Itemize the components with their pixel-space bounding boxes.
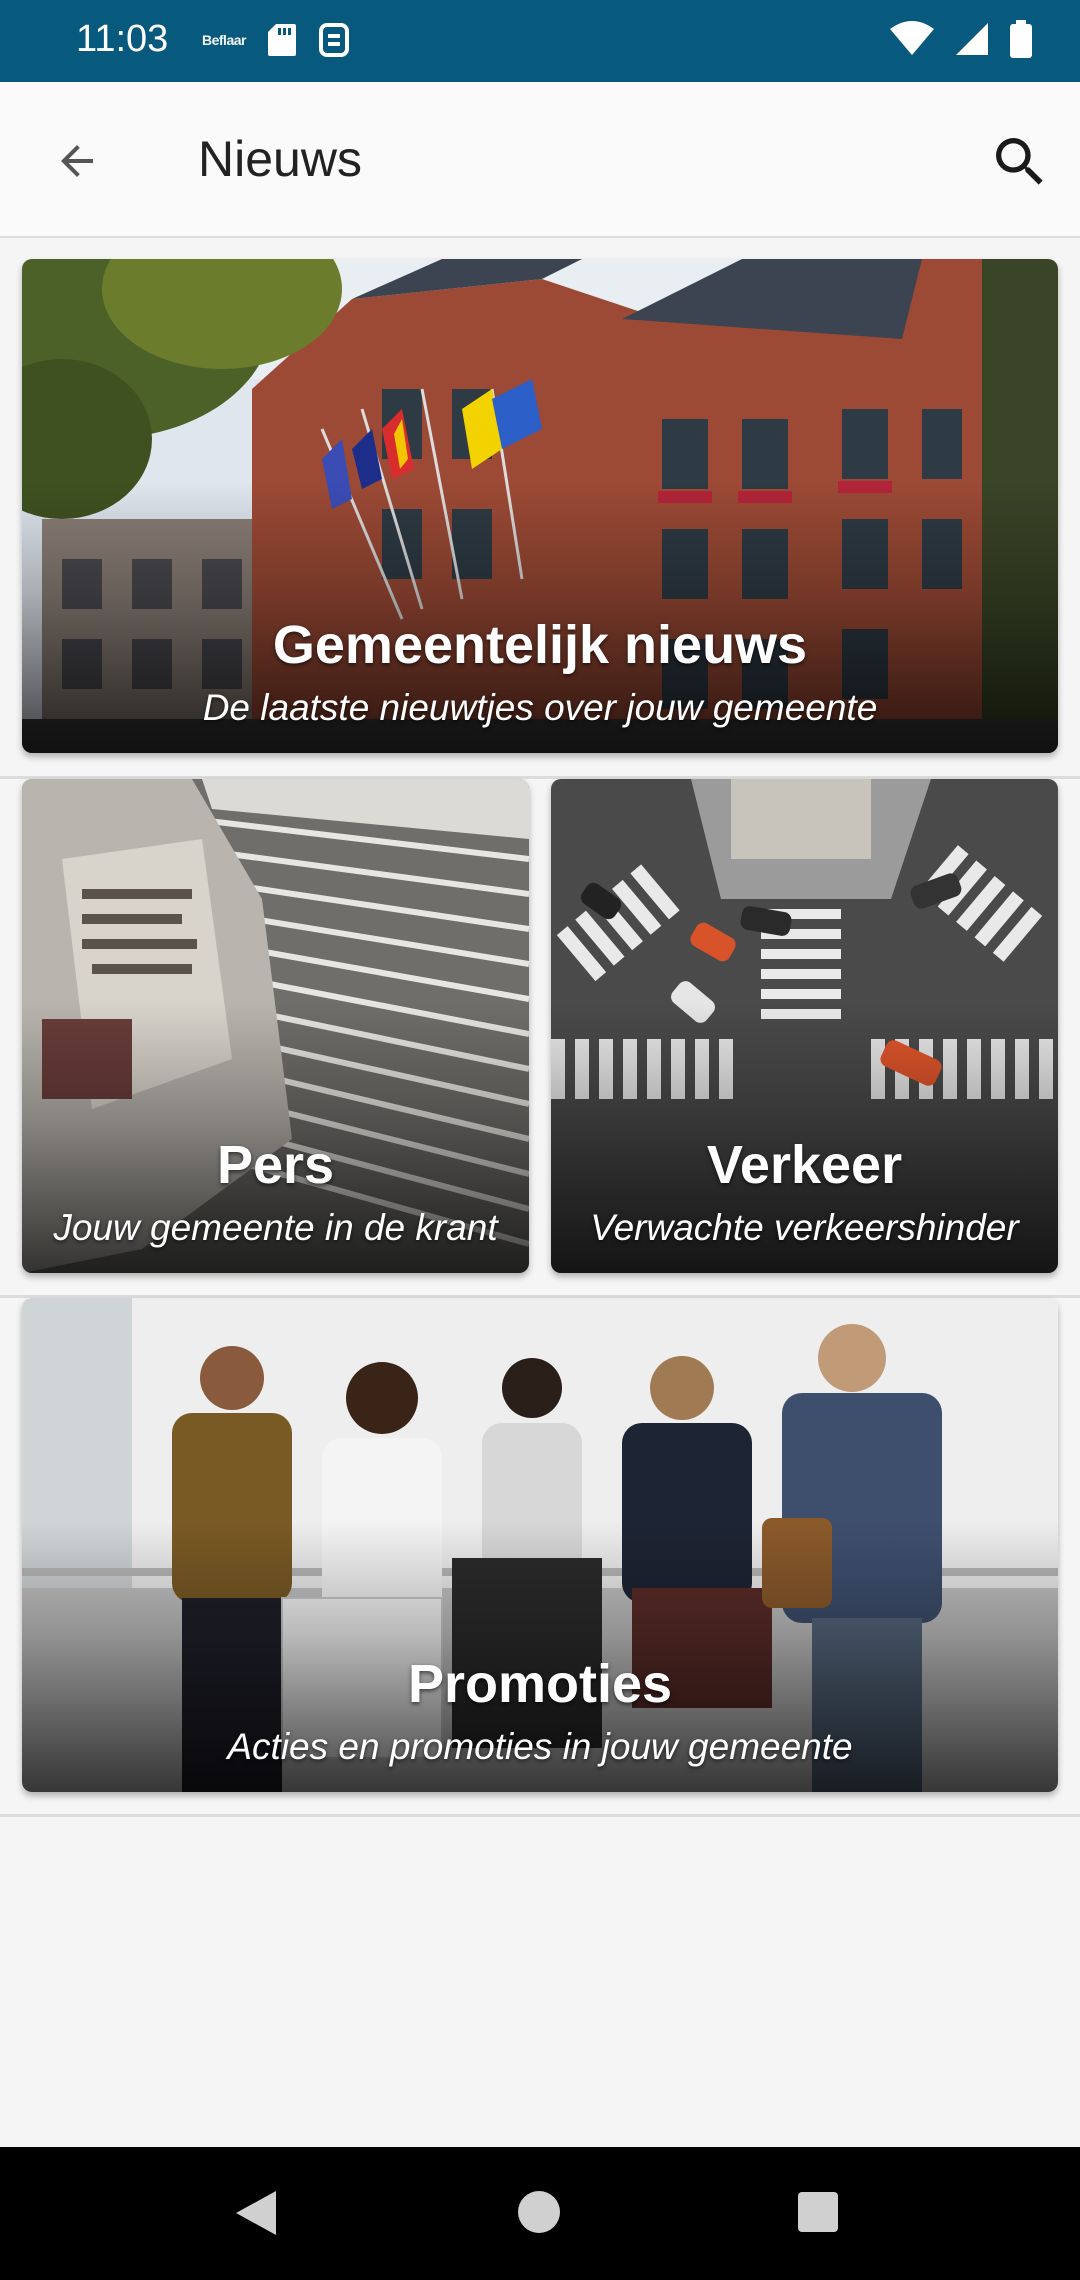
arrow-back-icon [61, 145, 93, 177]
card-subtitle: Jouw gemeente in de krant [53, 1207, 498, 1248]
card-gradient-overlay [22, 1298, 1058, 1792]
nav-home-icon[interactable] [518, 2191, 560, 2233]
search-icon [996, 138, 1043, 185]
card-subtitle: De laatste nieuwtjes over jouw gemeente [202, 687, 878, 728]
card-title: Verkeer [706, 1135, 903, 1195]
wifi-icon [890, 21, 934, 55]
card-pers[interactable]: Pers Jouw gemeente in de krant [22, 779, 529, 1273]
card-title: Promoties [407, 1654, 673, 1714]
card-promoties[interactable]: Promoties Acties en promoties in jouw ge… [22, 1298, 1058, 1792]
card-gradient-overlay [22, 259, 1058, 753]
status-system-icons [890, 20, 1032, 58]
app-bar: Nieuws [0, 82, 1080, 238]
card-gemeentelijk-nieuws[interactable]: Gemeentelijk nieuws De laatste nieuwtjes… [22, 259, 1058, 753]
page-title: Nieuws [198, 131, 362, 187]
card-title: Pers [216, 1135, 335, 1195]
nav-recents-icon[interactable] [798, 2192, 838, 2232]
back-button[interactable] [38, 122, 116, 200]
nav-back-icon[interactable] [232, 2189, 278, 2237]
status-time: 11:03 [76, 18, 169, 60]
battery-icon [1010, 20, 1032, 58]
status-bar: 11:03 Beflaar [0, 0, 1080, 82]
card-subtitle: Acties en promoties in jouw gemeente [227, 1726, 853, 1767]
app-notification-icon [318, 23, 349, 57]
card-gradient-overlay [22, 779, 529, 1273]
brand-logo-icon: Beflaar [202, 32, 246, 48]
card-subtitle: Verwachte verkeershinder [590, 1207, 1019, 1248]
signal-icon [956, 23, 988, 55]
system-nav-bar [0, 2147, 1080, 2280]
card-gradient-overlay [551, 779, 1058, 1273]
card-title: Gemeentelijk nieuws [272, 615, 808, 675]
sd-card-icon [267, 24, 296, 56]
divider [0, 1814, 1080, 1817]
card-verkeer[interactable]: Verkeer Verwachte verkeershinder [551, 779, 1058, 1273]
status-notification-icons: Beflaar [202, 22, 350, 58]
search-button[interactable] [978, 120, 1062, 204]
